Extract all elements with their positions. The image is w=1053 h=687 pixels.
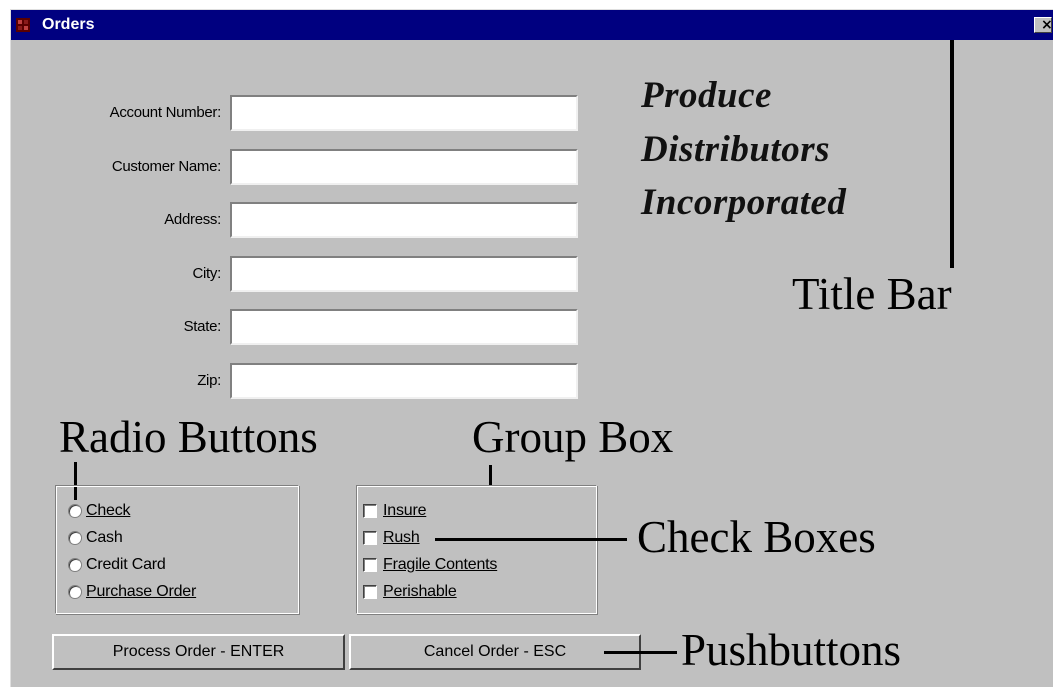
close-button[interactable]: × (1034, 17, 1053, 33)
pushbuttons-callout: Pushbuttons (681, 625, 902, 675)
check-radio[interactable] (68, 504, 82, 518)
company-name-line-2: Distributors (641, 129, 831, 170)
state-label: State: (183, 318, 222, 335)
window-title: Orders (42, 16, 95, 33)
state-field[interactable] (230, 309, 578, 345)
cash-label: Cash (86, 529, 123, 546)
payment-option-credit-card[interactable]: Credit Card (68, 556, 166, 574)
process-order-button[interactable]: Process Order - ENTER (52, 634, 345, 670)
cash-radio[interactable] (68, 531, 82, 545)
zip-label: Zip: (197, 372, 221, 389)
orders-window: Orders × Account Number: Customer Name: … (10, 9, 1053, 687)
address-label: Address: (164, 211, 221, 228)
check-label: Check (86, 502, 131, 519)
zip-field[interactable] (230, 363, 578, 399)
company-name-line-3: Incorporated (641, 182, 847, 223)
cancel-order-button[interactable]: Cancel Order - ESC (349, 634, 641, 670)
city-label: City: (192, 265, 221, 282)
account-number-field[interactable] (230, 95, 578, 131)
title-bar-callout-line (950, 40, 954, 268)
perishable-label: Perishable (383, 583, 457, 600)
group-box-callout: Group Box (472, 412, 674, 462)
perishable-checkbox[interactable] (363, 585, 377, 599)
credit-card-radio[interactable] (68, 558, 82, 572)
company-name-line-1: Produce (641, 75, 772, 116)
radio-buttons-callout: Radio Buttons (59, 412, 318, 462)
account-number-label: Account Number: (109, 104, 222, 121)
option-rush[interactable]: Rush (363, 529, 420, 547)
fragile-contents-checkbox[interactable] (363, 558, 377, 572)
purchase-order-radio[interactable] (68, 585, 82, 599)
pushbuttons-callout-line (604, 651, 677, 654)
address-field[interactable] (230, 202, 578, 238)
option-perishable[interactable]: Perishable (363, 583, 457, 601)
insure-checkbox[interactable] (363, 504, 377, 518)
close-icon: × (1041, 17, 1053, 33)
option-insure[interactable]: Insure (363, 502, 426, 520)
option-fragile-contents[interactable]: Fragile Contents (363, 556, 497, 574)
check-boxes-callout-line (435, 538, 627, 541)
payment-option-cash[interactable]: Cash (68, 529, 123, 547)
insure-label: Insure (383, 502, 427, 519)
credit-card-label: Credit Card (86, 556, 166, 573)
orders-app-icon[interactable] (15, 17, 31, 33)
customer-name-field[interactable] (230, 149, 578, 185)
title-bar-callout: Title Bar (792, 269, 952, 319)
city-field[interactable] (230, 256, 578, 292)
check-boxes-callout: Check Boxes (637, 512, 876, 562)
title-bar[interactable]: Orders × (11, 10, 1053, 40)
rush-checkbox[interactable] (363, 531, 377, 545)
payment-option-purchase-order[interactable]: Purchase Order (68, 583, 196, 601)
group-box-callout-line (489, 465, 492, 485)
fragile-contents-label: Fragile Contents (383, 556, 498, 573)
payment-option-check[interactable]: Check (68, 502, 131, 520)
customer-name-label: Customer Name: (111, 158, 221, 175)
purchase-order-label: Purchase Order (86, 583, 197, 600)
rush-label: Rush (383, 529, 420, 546)
